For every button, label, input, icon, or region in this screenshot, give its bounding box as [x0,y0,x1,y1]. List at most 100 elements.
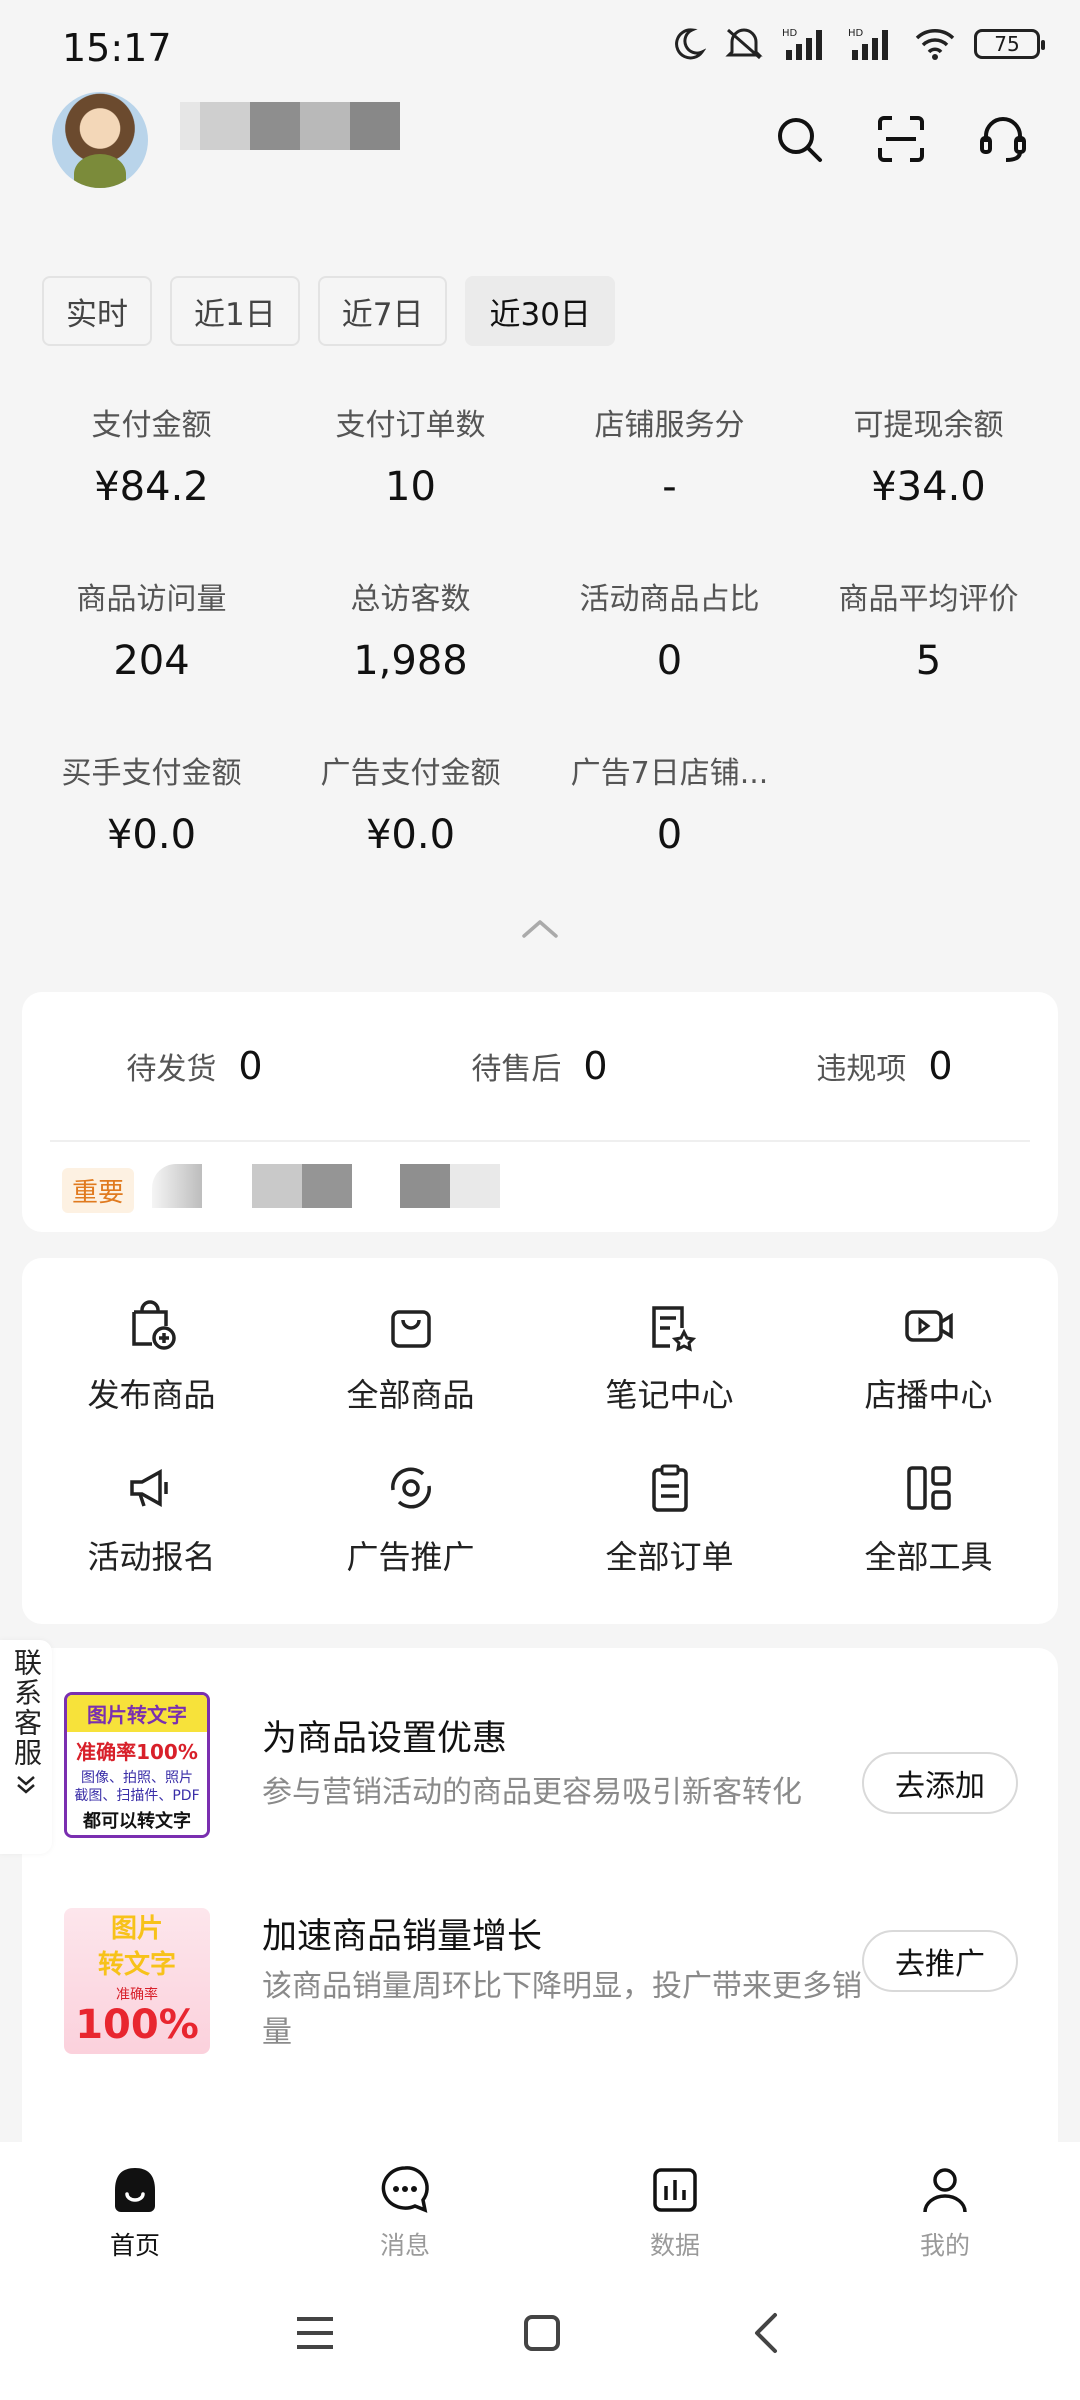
metric-label: 活动商品占比 [579,582,760,617]
notes-icon [640,1296,700,1356]
nav-label: 首页 [109,2231,160,2260]
data-chart-icon [649,2164,701,2220]
battery-icon: 75 [974,29,1045,59]
tool-ad-promotion[interactable]: 广告推广 [281,1442,540,1604]
tab-realtime[interactable]: 实时 [42,276,152,346]
metric-shop-service-score[interactable]: 店铺服务分 - [540,400,799,574]
pending-value: 0 [928,1044,953,1088]
signal-icon-2: HD [848,26,896,62]
pending-row: 待发货 0 待售后 0 违规项 0 [22,992,1058,1140]
tool-label: 发布商品 [87,1376,216,1414]
nav-profile[interactable]: 我的 [810,2142,1080,2270]
metric-label: 商品平均评价 [838,582,1019,617]
metric-average-rating[interactable]: 商品平均评价 5 [799,574,1058,748]
tool-all-products[interactable]: 全部商品 [281,1280,540,1442]
metric-value: 1,988 [353,638,468,684]
thumb-text: 准确率100% [76,1740,198,1764]
menu-icon[interactable] [293,2313,337,2357]
metric-label: 广告7日店铺... [570,756,769,791]
suggestion-item-boost-sales[interactable]: 图片 转文字 准确率 100% 加速商品销量增长 该商品销量周环比下降明显，投广… [22,1908,1058,2108]
add-discount-button[interactable]: 去添加 [862,1752,1018,1814]
tool-label: 全部商品 [346,1376,475,1414]
metric-buyer-payment[interactable]: 买手支付金额 ¥0.0 [22,748,281,922]
product-thumbnail: 图片 转文字 准确率 100% [64,1908,210,2054]
scan-icon[interactable] [876,114,926,164]
metric-value: ¥0.0 [365,812,456,858]
nav-messages[interactable]: 消息 [270,2142,540,2270]
tool-grid: 发布商品 全部商品 笔记中心 店播中心 活动报名 广告推广 全部订单 全部工具 [22,1258,1058,1604]
status-icons: HD HD 75 [670,26,1045,62]
live-video-icon [899,1296,959,1356]
back-icon[interactable] [747,2311,787,2359]
promote-button[interactable]: 去推广 [862,1930,1018,1992]
shopping-bag-icon [381,1296,441,1356]
pending-violations[interactable]: 违规项 0 [712,1044,1057,1088]
svg-text:HD: HD [848,28,864,39]
metrics-grid: 支付金额 ¥84.2 支付订单数 10 店铺服务分 - 可提现余额 ¥34.0 … [22,400,1058,922]
nav-home[interactable]: 首页 [0,2142,270,2270]
suggestion-title: 为商品设置优惠 [262,1719,508,1759]
message-icon [379,2164,431,2220]
metrics-row: 支付金额 ¥84.2 支付订单数 10 店铺服务分 - 可提现余额 ¥34.0 [22,400,1058,574]
nav-label: 消息 [379,2231,430,2260]
pending-value: 0 [583,1044,608,1088]
tool-publish-product[interactable]: 发布商品 [22,1280,281,1442]
search-icon[interactable] [774,114,824,164]
thumb-text: 100% [75,2002,199,2048]
tab-7-days[interactable]: 近7日 [317,276,448,346]
suggestion-desc: 参与营销活动的商品更容易吸引新客转化 [262,1775,802,1810]
status-time: 15:17 [62,26,172,70]
period-tabs: 实时 近1日 近7日 近30日 [42,276,615,346]
tool-notes-center[interactable]: 笔记中心 [540,1280,799,1442]
tool-all-tools[interactable]: 全部工具 [799,1442,1058,1604]
wifi-icon [914,26,956,62]
tools-card: 发布商品 全部商品 笔记中心 店播中心 活动报名 广告推广 全部订单 全部工具 [22,1258,1058,1624]
pending-label: 待发货 [126,1052,217,1087]
thumb-text: 图片 [110,1914,163,1944]
tool-activity-signup[interactable]: 活动报名 [22,1442,281,1604]
promotion-icon [381,1458,441,1518]
metric-payment-amount[interactable]: 支付金额 ¥84.2 [22,400,281,574]
customer-service-icon[interactable] [978,114,1028,164]
collapse-chevron-up-icon[interactable] [520,916,560,944]
tool-label: 全部工具 [864,1538,993,1576]
metric-label: 支付金额 [91,408,212,443]
metric-label: 买手支付金额 [61,756,242,791]
blurred-shop-name [180,102,400,150]
metrics-row: 商品访问量 204 总访客数 1,988 活动商品占比 0 商品平均评价 5 [22,574,1058,748]
contact-support-tab[interactable]: 联系客服 [0,1640,52,1854]
metric-ad-7day-shop[interactable]: 广告7日店铺... 0 [540,748,799,922]
svg-text:HD: HD [782,28,798,39]
tab-1-day[interactable]: 近1日 [170,276,300,346]
publish-product-icon [122,1296,182,1356]
pending-to-ship[interactable]: 待发货 0 [22,1044,367,1088]
avatar[interactable] [52,92,148,188]
pending-value: 0 [238,1044,263,1088]
metric-activity-product-ratio[interactable]: 活动商品占比 0 [540,574,799,748]
pending-after-sale[interactable]: 待售后 0 [367,1044,712,1088]
metric-total-visitors[interactable]: 总访客数 1,988 [281,574,540,748]
metric-withdrawable-balance[interactable]: 可提现余额 ¥34.0 [799,400,1058,574]
thumb-text: 都可以转文字 [67,1805,207,1835]
nav-data[interactable]: 数据 [540,2142,810,2270]
profile-icon [919,2164,971,2220]
suggestion-item-discount[interactable]: 图片转文字 准确率100% 图像、拍照、照片 截图、扫描件、PDF 都可以转文字… [22,1674,1058,1874]
metric-ad-payment[interactable]: 广告支付金额 ¥0.0 [281,748,540,922]
signal-icon-1: HD [782,26,830,62]
tool-all-orders[interactable]: 全部订单 [540,1442,799,1604]
metric-product-visits[interactable]: 商品访问量 204 [22,574,281,748]
home-square-icon[interactable] [522,2313,562,2357]
tab-30-days[interactable]: 近30日 [465,276,615,346]
thumb-text: 图片转文字 [67,1695,207,1732]
status-bar: 15:17 HD HD 75 [0,0,1080,100]
nav-label: 我的 [919,2231,970,2260]
metric-label: 商品访问量 [76,582,227,617]
blurred-notice[interactable] [152,1164,500,1208]
double-chevron-down-icon [13,1772,39,1802]
tool-live-center[interactable]: 店播中心 [799,1280,1058,1442]
metric-order-count[interactable]: 支付订单数 10 [281,400,540,574]
product-thumbnail: 图片转文字 准确率100% 图像、拍照、照片 截图、扫描件、PDF 都可以转文字 [64,1692,210,1838]
divider [50,1140,1030,1142]
megaphone-icon [122,1458,182,1518]
metric-value: ¥84.2 [94,464,209,510]
